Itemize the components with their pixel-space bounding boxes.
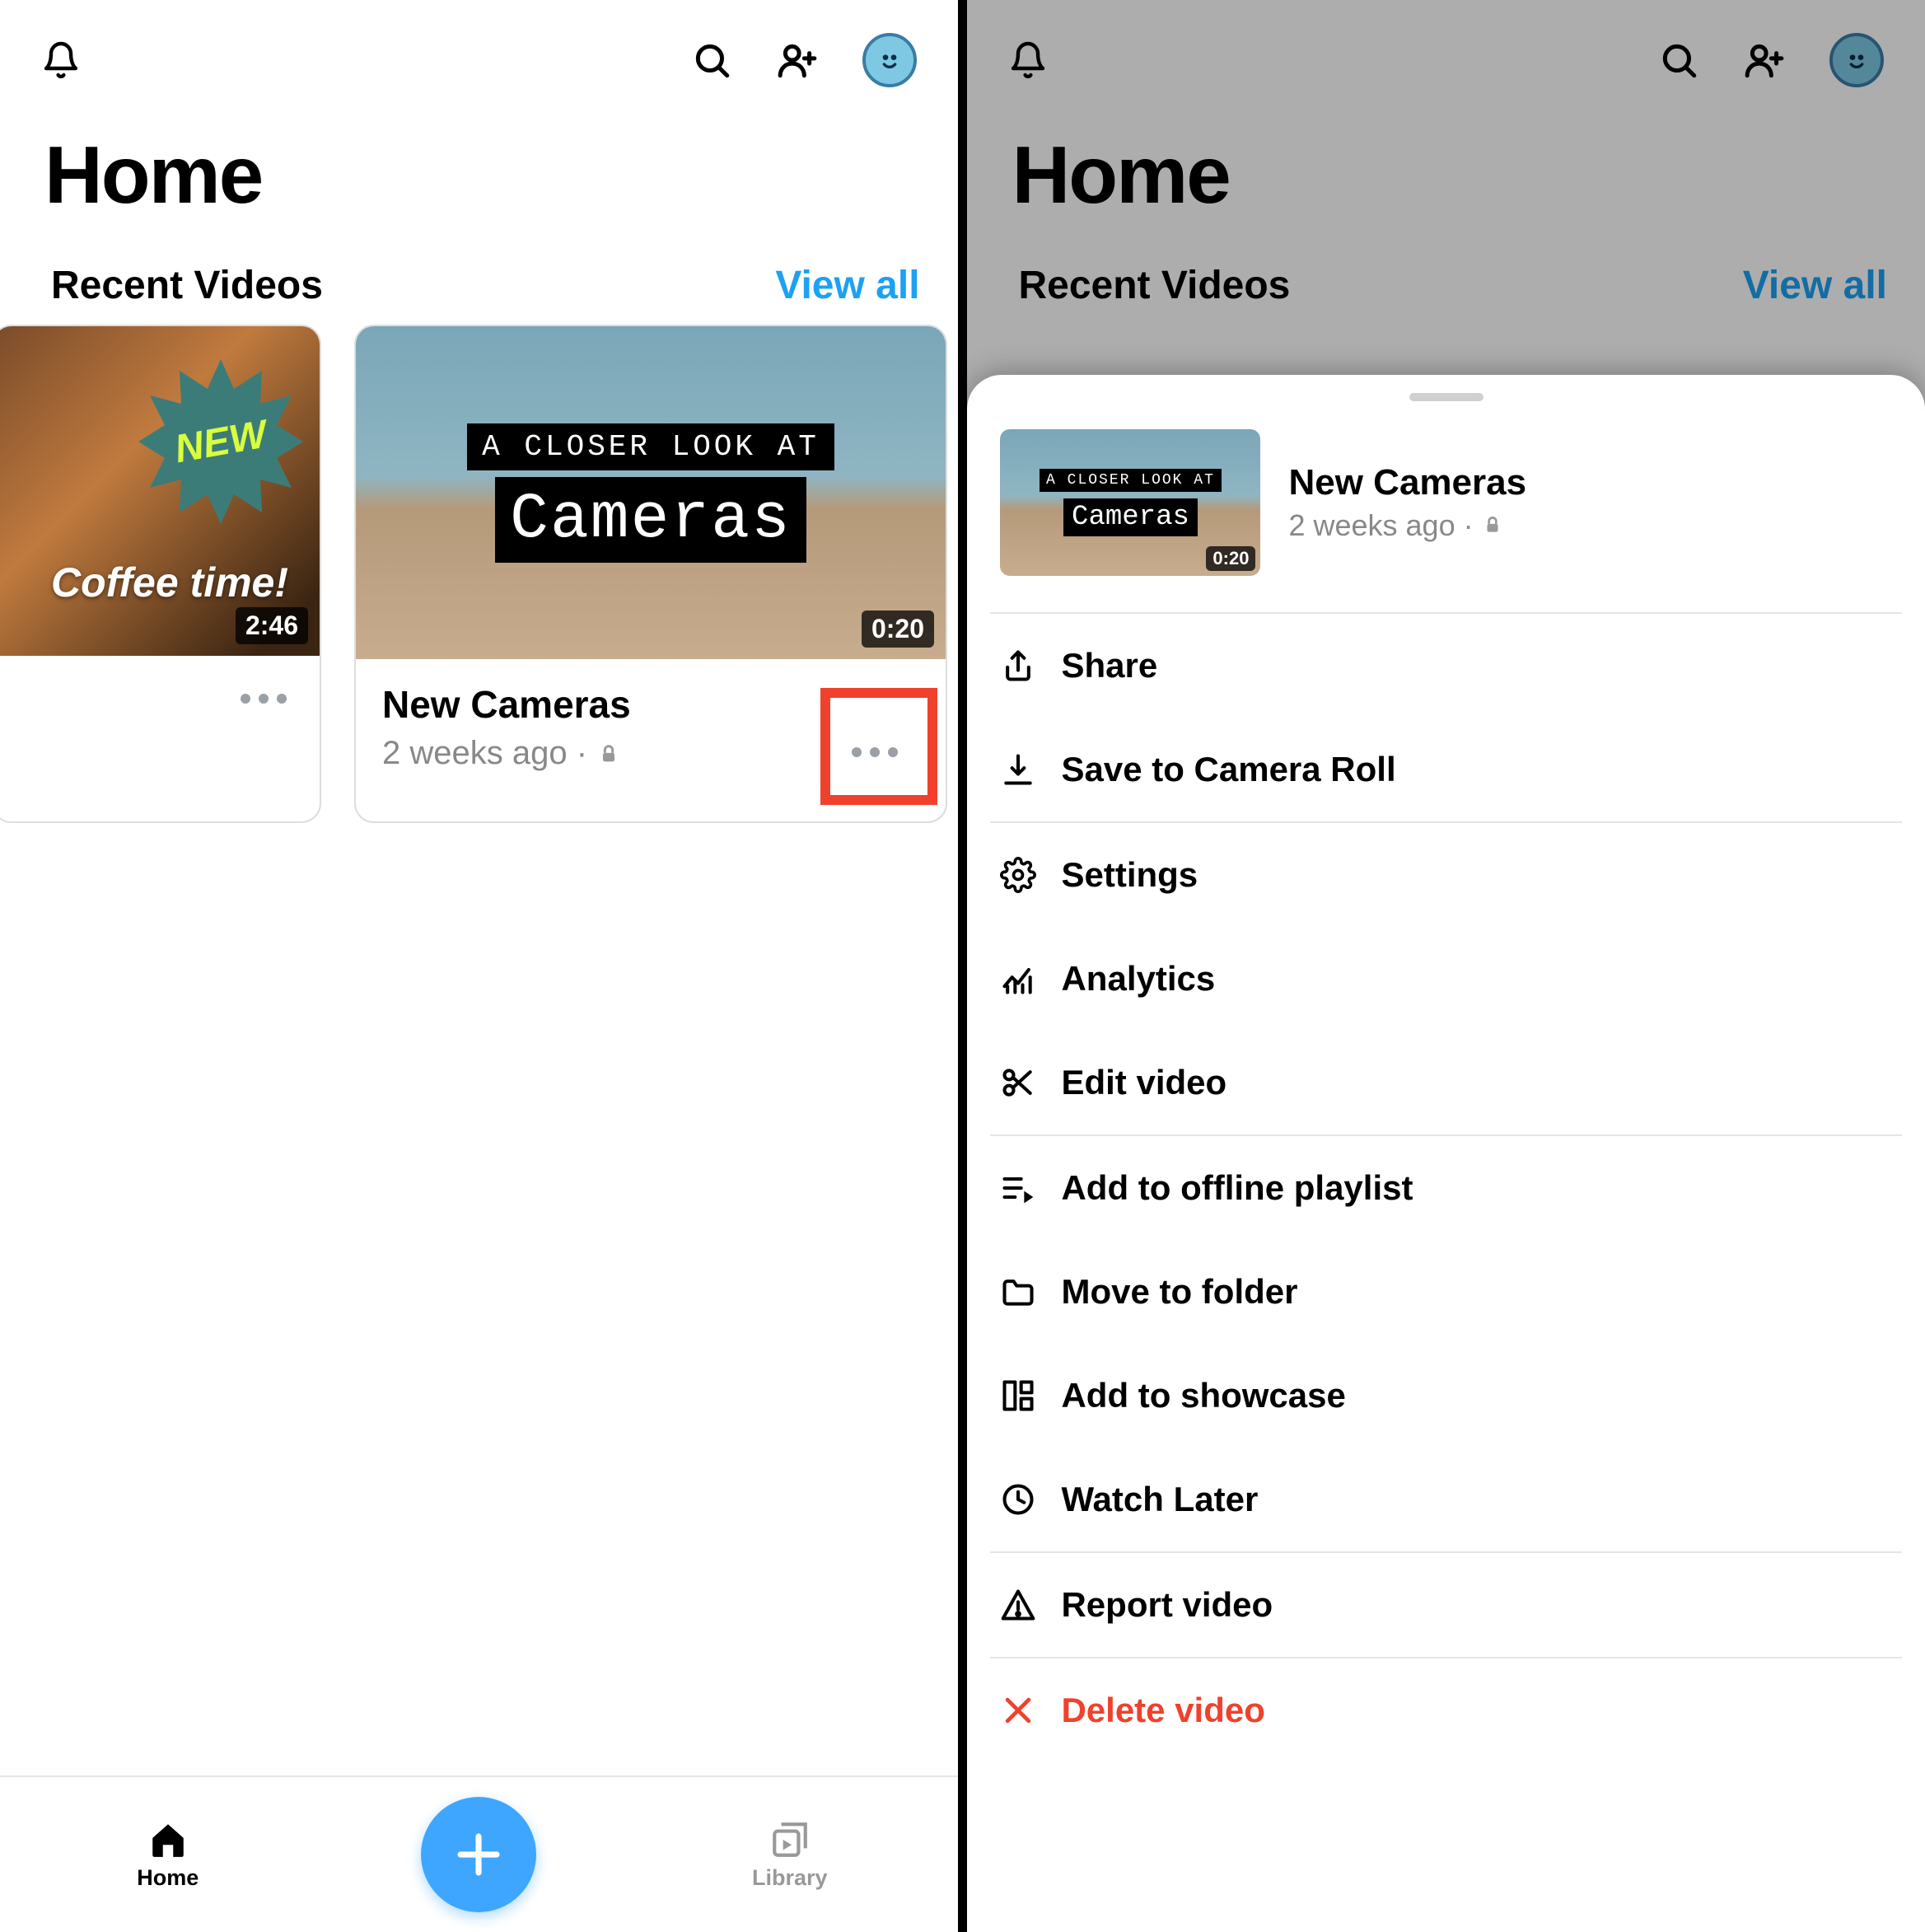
clock-icon [1000,1481,1036,1518]
right-pane: Home Recent Videos View all A CLOSER LOO… [967,0,1925,1932]
tab-bar: Home Library [0,1775,958,1932]
fab-add[interactable] [421,1797,536,1912]
add-person-icon[interactable] [777,40,818,81]
scissors-icon [1000,1064,1036,1101]
sheet-item-offline[interactable]: Add to offline playlist [967,1136,1925,1240]
section-title: Recent Videos [51,263,323,308]
sheet-item-share[interactable]: Share [967,614,1925,718]
sheet-item-report[interactable]: Report video [967,1553,1925,1657]
sheet-grabber[interactable] [1409,393,1483,401]
coffee-overlay-text: Coffee time! [51,559,288,606]
close-icon [1000,1692,1036,1729]
search-icon[interactable] [1658,40,1699,81]
thumbnail-overlay-text: A CLOSER LOOK AT Cameras [467,420,834,566]
showcase-icon [1000,1378,1036,1414]
page-title: Home [0,96,958,238]
bell-icon[interactable] [41,40,81,80]
left-pane: Home Recent Videos View all NEW Coffee t… [0,0,958,1932]
lock-icon [1482,514,1505,537]
analytics-icon [1000,961,1036,997]
sheet-subtitle: 2 weeks ago · [1288,508,1526,543]
sheet-item-settings[interactable]: Settings [967,823,1925,927]
sheet-item-analytics[interactable]: Analytics [967,927,1925,1031]
tab-home[interactable]: Home [86,1819,250,1891]
page-title: Home [967,96,1925,238]
sheet-item-showcase[interactable]: Add to showcase [967,1344,1925,1448]
warning-icon [1000,1587,1036,1623]
playlist-icon [1000,1170,1036,1206]
duration-badge: 0:20 [862,610,934,648]
highlight-box [820,688,937,805]
action-sheet: A CLOSER LOOK AT Cameras 0:20 New Camera… [967,375,1925,1932]
cards-row: NEW Coffee time! 2:46 A CLOSER LOOK AT [0,325,958,823]
section-title: Recent Videos [1018,263,1290,308]
sheet-item-watchlater[interactable]: Watch Later [967,1448,1925,1551]
folder-icon [1000,1274,1036,1310]
sheet-item-folder[interactable]: Move to folder [967,1240,1925,1344]
sheet-thumbnail: A CLOSER LOOK AT Cameras 0:20 [1000,429,1260,576]
sheet-item-delete[interactable]: Delete video [967,1658,1925,1762]
view-all-link[interactable]: View all [775,263,919,308]
video-thumbnail[interactable]: NEW Coffee time! 2:46 [0,326,320,656]
gear-icon [1000,857,1036,893]
search-icon[interactable] [691,40,732,81]
sheet-title: New Cameras [1288,462,1526,503]
header [0,0,958,96]
sheet-header: A CLOSER LOOK AT Cameras 0:20 New Camera… [967,429,1925,612]
add-person-icon[interactable] [1744,40,1785,81]
avatar[interactable] [1829,33,1884,87]
new-badge: NEW [138,359,303,524]
duration-badge: 2:46 [236,607,308,644]
video-card-0[interactable]: NEW Coffee time! 2:46 [0,325,321,823]
more-icon[interactable] [241,694,287,704]
view-all-link[interactable]: View all [1743,263,1887,308]
bell-icon[interactable] [1008,40,1048,80]
download-icon [1000,751,1036,788]
avatar[interactable] [862,33,917,87]
video-thumbnail[interactable]: A CLOSER LOOK AT Cameras 0:20 [356,326,946,659]
share-icon [1000,648,1036,684]
lock-icon [597,742,620,765]
video-card-1[interactable]: A CLOSER LOOK AT Cameras 0:20 New Camera… [354,325,947,823]
sheet-item-edit[interactable]: Edit video [967,1031,1925,1134]
tab-library[interactable]: Library [708,1819,872,1891]
header [967,0,1925,96]
sheet-item-save[interactable]: Save to Camera Roll [967,718,1925,821]
